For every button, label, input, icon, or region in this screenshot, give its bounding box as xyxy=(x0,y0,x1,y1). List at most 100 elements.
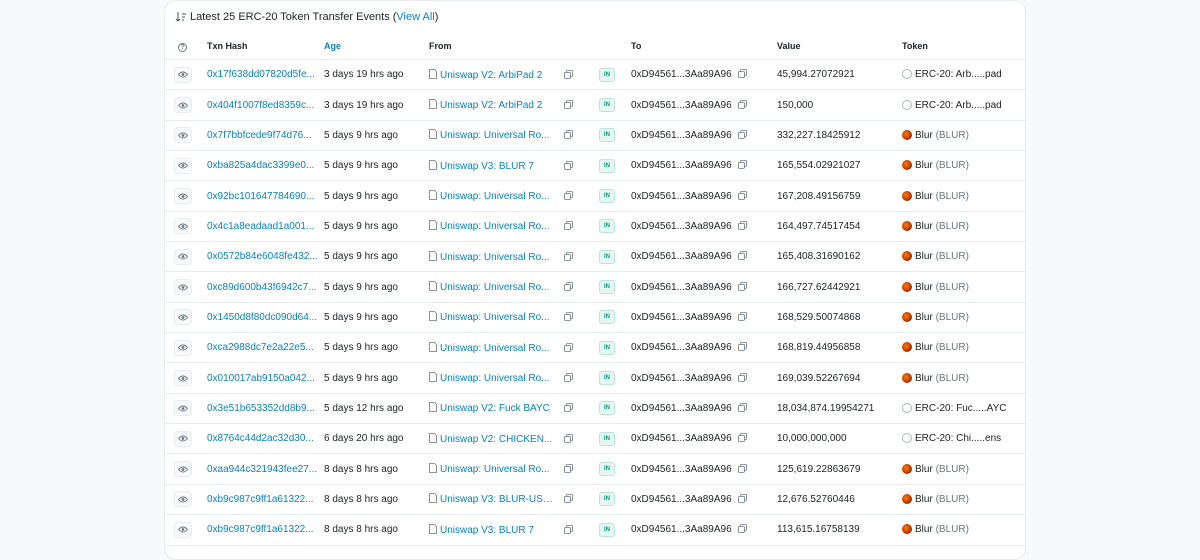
from-address-link[interactable]: Uniswap V3: BLUR-USD... xyxy=(440,494,557,505)
token-link[interactable]: Blur (BLUR) xyxy=(915,251,969,262)
from-address-link[interactable]: Uniswap: Universal Ro... xyxy=(440,343,557,354)
copy-icon[interactable] xyxy=(563,221,573,231)
copy-icon[interactable] xyxy=(563,342,573,352)
view-details-button[interactable] xyxy=(174,248,192,265)
txn-hash-link[interactable]: 0xb9c987c9ff1a61322... xyxy=(207,494,314,505)
txn-hash-link[interactable]: 0x92bc101647784690... xyxy=(207,191,314,202)
txn-hash-link[interactable]: 0x8764c44d2ac32d30... xyxy=(207,433,314,444)
from-address-link[interactable]: Uniswap V2: CHICKEN... xyxy=(440,434,557,445)
copy-icon[interactable] xyxy=(563,433,573,443)
to-address-text: 0xD94561...3Aa89A96 xyxy=(631,311,732,323)
txn-hash-link[interactable]: 0x3e51b653352dd8b9... xyxy=(207,403,315,414)
txn-hash-link[interactable]: 0x17f638dd07820d5fe... xyxy=(207,69,315,80)
token-link[interactable]: Blur (BLUR) xyxy=(915,464,969,475)
copy-icon[interactable] xyxy=(563,69,573,79)
token-link[interactable]: Blur (BLUR) xyxy=(915,130,969,141)
view-details-button[interactable] xyxy=(174,157,192,174)
copy-icon[interactable] xyxy=(738,433,748,443)
view-details-button[interactable] xyxy=(174,279,192,296)
copy-icon[interactable] xyxy=(563,494,573,504)
copy-icon[interactable] xyxy=(738,524,748,534)
token-link[interactable]: ERC-20: Arb.....pad xyxy=(915,100,1002,111)
txn-hash-link[interactable]: 0x4c1a8eadaad1a001... xyxy=(207,221,314,232)
view-details-button[interactable] xyxy=(174,370,192,387)
copy-icon[interactable] xyxy=(563,373,573,383)
copy-icon[interactable] xyxy=(563,130,573,140)
view-details-button[interactable] xyxy=(174,430,192,447)
txn-hash-link[interactable]: 0x1450d8f80dc090d64... xyxy=(207,312,317,323)
view-details-button[interactable] xyxy=(174,521,192,538)
view-details-button[interactable] xyxy=(174,339,192,356)
copy-icon[interactable] xyxy=(563,312,573,322)
from-address-link[interactable]: Uniswap V3: BLUR 7 xyxy=(440,161,557,172)
txn-hash-link[interactable]: 0xc89d600b43f6942c7... xyxy=(207,282,317,293)
view-details-button[interactable] xyxy=(174,491,192,508)
view-all-link[interactable]: View All xyxy=(396,11,434,23)
token-link[interactable]: Blur (BLUR) xyxy=(915,191,969,202)
from-address-link[interactable]: Uniswap: Universal Ro... xyxy=(440,221,557,232)
copy-icon[interactable] xyxy=(738,69,748,79)
copy-icon[interactable] xyxy=(738,220,748,230)
copy-icon[interactable] xyxy=(563,403,573,413)
copy-icon[interactable] xyxy=(563,524,573,534)
view-details-button[interactable] xyxy=(174,461,192,478)
copy-icon[interactable] xyxy=(738,281,748,291)
token-link[interactable]: Blur (BLUR) xyxy=(915,342,969,353)
copy-icon[interactable] xyxy=(563,100,573,109)
view-details-button[interactable] xyxy=(174,400,192,417)
help-circle-icon[interactable]: ? xyxy=(178,42,187,52)
view-details-button[interactable] xyxy=(174,218,192,235)
view-details-button[interactable] xyxy=(174,188,192,205)
from-address-link[interactable]: Uniswap: Universal Ro... xyxy=(440,312,557,323)
copy-icon[interactable] xyxy=(563,282,573,291)
from-address-link[interactable]: Uniswap: Universal Ro... xyxy=(440,464,557,475)
copy-icon[interactable] xyxy=(738,99,748,109)
copy-icon[interactable] xyxy=(738,342,748,352)
copy-icon[interactable] xyxy=(738,403,748,412)
txn-hash-link[interactable]: 0x7f7bbfcede9f74d76... xyxy=(207,130,312,141)
copy-icon[interactable] xyxy=(563,160,573,170)
txn-hash-link[interactable]: 0x010017ab9150a042... xyxy=(207,373,315,384)
from-address-link[interactable]: Uniswap V3: BLUR 7 xyxy=(440,525,557,536)
from-address-link[interactable]: Uniswap V2: Fuck BAYC xyxy=(440,403,557,414)
txn-hash-link[interactable]: 0xba825a4dac3399e0... xyxy=(207,160,314,171)
from-address-link[interactable]: Uniswap: Universal Ro... xyxy=(440,252,557,263)
txn-hash-link[interactable]: 0x404f1007f8ed8359c... xyxy=(207,100,314,111)
view-details-button[interactable] xyxy=(174,127,192,144)
from-address-link[interactable]: Uniswap: Universal Ro... xyxy=(440,282,557,293)
view-details-button[interactable] xyxy=(174,66,192,83)
from-address-link[interactable]: Uniswap: Universal Ro... xyxy=(440,130,557,141)
copy-icon[interactable] xyxy=(738,129,748,139)
token-link[interactable]: Blur (BLUR) xyxy=(915,221,969,232)
copy-icon[interactable] xyxy=(563,191,573,200)
token-link[interactable]: ERC-20: Chi.....ens xyxy=(915,433,1001,444)
txn-hash-link[interactable]: 0xb9c987c9ff1a61322... xyxy=(207,524,314,535)
view-details-button[interactable] xyxy=(174,309,192,326)
copy-icon[interactable] xyxy=(738,463,748,473)
view-details-button[interactable] xyxy=(174,97,192,114)
copy-icon[interactable] xyxy=(563,464,573,474)
token-link[interactable]: ERC-20: Fuc.....AYC xyxy=(915,403,1007,414)
token-link[interactable]: Blur (BLUR) xyxy=(915,494,969,505)
copy-icon[interactable] xyxy=(738,190,748,200)
copy-icon[interactable] xyxy=(563,251,573,261)
token-link[interactable]: Blur (BLUR) xyxy=(915,373,969,384)
from-address-link[interactable]: Uniswap: Universal Ro... xyxy=(440,373,557,384)
from-address-link[interactable]: Uniswap V2: ArbiPad 2 xyxy=(440,70,557,81)
copy-icon[interactable] xyxy=(738,160,748,170)
token-link[interactable]: Blur (BLUR) xyxy=(915,312,969,323)
token-link[interactable]: Blur (BLUR) xyxy=(915,282,969,293)
copy-icon[interactable] xyxy=(738,494,748,503)
txn-hash-link[interactable]: 0xaa944c321943fee27... xyxy=(207,464,317,475)
token-link[interactable]: ERC-20: Arb.....pad xyxy=(915,69,1002,80)
from-address-link[interactable]: Uniswap: Universal Ro... xyxy=(440,191,557,202)
from-address-link[interactable]: Uniswap V2: ArbiPad 2 xyxy=(440,100,557,111)
token-link[interactable]: Blur (BLUR) xyxy=(915,160,969,171)
txn-hash-link[interactable]: 0x0572b84e6048fe432... xyxy=(207,251,318,262)
copy-icon[interactable] xyxy=(738,372,748,382)
txn-hash-link[interactable]: 0xca2988dc7e2a22e5... xyxy=(207,342,314,353)
token-link[interactable]: Blur (BLUR) xyxy=(915,524,969,535)
copy-icon[interactable] xyxy=(738,251,748,261)
age-column-header[interactable]: Age xyxy=(324,33,429,60)
copy-icon[interactable] xyxy=(738,312,748,321)
